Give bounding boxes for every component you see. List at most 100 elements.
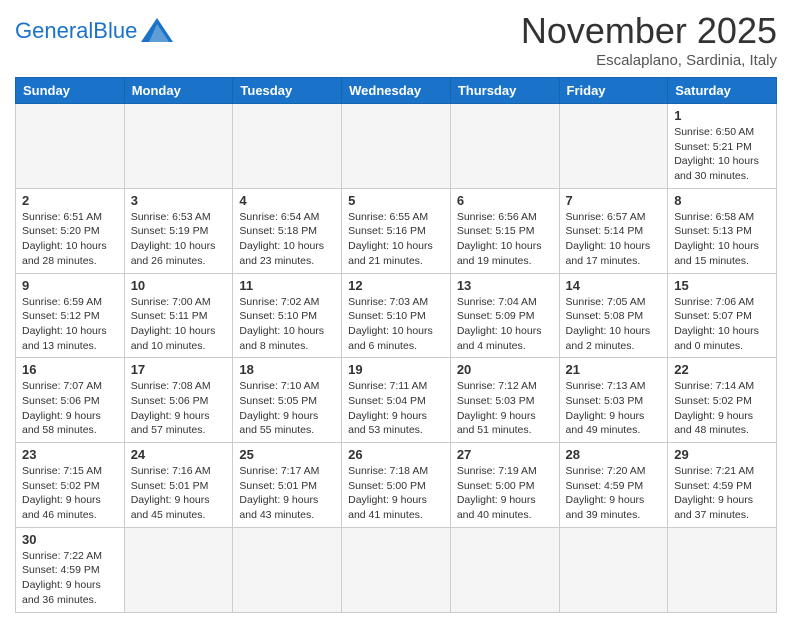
day-info: Sunrise: 6:57 AM Sunset: 5:14 PM Dayligh… xyxy=(566,210,662,269)
day-number: 21 xyxy=(566,362,662,377)
day-info: Sunrise: 7:14 AM Sunset: 5:02 PM Dayligh… xyxy=(674,379,770,438)
day-number: 2 xyxy=(22,193,118,208)
day-of-week-friday: Friday xyxy=(559,78,668,104)
day-number: 13 xyxy=(457,278,553,293)
calendar-cell: 27 Sunrise: 7:19 AM Sunset: 5:00 PM Dayli… xyxy=(450,443,559,528)
calendar-cell: 9Sunrise: 6:59 AM Sunset: 5:12 PM Daylig… xyxy=(16,273,125,358)
calendar-cell: 25Sunrise: 7:17 AM Sunset: 5:01 PM Dayli… xyxy=(233,443,342,528)
calendar-cell xyxy=(16,104,125,189)
logo-text: GeneralBlue xyxy=(15,20,137,42)
day-info: Sunrise: 6:50 AM Sunset: 5:21 PM Dayligh… xyxy=(674,125,770,184)
day-number: 8 xyxy=(674,193,770,208)
day-number: 26 xyxy=(348,447,444,462)
day-info: Sunrise: 7:08 AM Sunset: 5:06 PM Dayligh… xyxy=(131,379,227,438)
calendar-cell: 15 Sunrise: 7:06 AM Sunset: 5:07 PM Dayli… xyxy=(668,273,777,358)
week-row-1: 1 Sunrise: 6:50 AM Sunset: 5:21 PM Daylig… xyxy=(16,104,777,189)
day-number: 17 xyxy=(131,362,227,377)
calendar-cell: 6Sunrise: 6:56 AM Sunset: 5:15 PM Daylig… xyxy=(450,188,559,273)
day-of-week-tuesday: Tuesday xyxy=(233,78,342,104)
calendar-cell: 23Sunrise: 7:15 AM Sunset: 5:02 PM Dayli… xyxy=(16,443,125,528)
calendar-cell: 30 Sunrise: 7:22 AM Sunset: 4:59 PM Dayli… xyxy=(16,527,125,612)
day-info: Sunrise: 6:56 AM Sunset: 5:15 PM Dayligh… xyxy=(457,210,553,269)
day-number: 9 xyxy=(22,278,118,293)
day-info: Sunrise: 7:13 AM Sunset: 5:03 PM Dayligh… xyxy=(566,379,662,438)
day-number: 1 xyxy=(674,108,770,123)
day-number: 10 xyxy=(131,278,227,293)
month-title: November 2025 xyxy=(521,10,777,52)
calendar-cell: 21 Sunrise: 7:13 AM Sunset: 5:03 PM Dayli… xyxy=(559,358,668,443)
day-of-week-wednesday: Wednesday xyxy=(342,78,451,104)
day-info: Sunrise: 6:54 AM Sunset: 5:18 PM Dayligh… xyxy=(239,210,335,269)
day-of-week-thursday: Thursday xyxy=(450,78,559,104)
day-info: Sunrise: 6:58 AM Sunset: 5:13 PM Dayligh… xyxy=(674,210,770,269)
calendar-cell: 20 Sunrise: 7:12 AM Sunset: 5:03 PM Dayli… xyxy=(450,358,559,443)
day-number: 27 xyxy=(457,447,553,462)
calendar-cell: 13 Sunrise: 7:04 AM Sunset: 5:09 PM Dayli… xyxy=(450,273,559,358)
day-number: 7 xyxy=(566,193,662,208)
calendar-cell xyxy=(668,527,777,612)
calendar: SundayMondayTuesdayWednesdayThursdayFrid… xyxy=(15,77,777,613)
calendar-cell xyxy=(124,104,233,189)
day-info: Sunrise: 7:06 AM Sunset: 5:07 PM Dayligh… xyxy=(674,295,770,354)
calendar-cell: 10Sunrise: 7:00 AM Sunset: 5:11 PM Dayli… xyxy=(124,273,233,358)
day-number: 29 xyxy=(674,447,770,462)
week-row-3: 9Sunrise: 6:59 AM Sunset: 5:12 PM Daylig… xyxy=(16,273,777,358)
day-number: 14 xyxy=(566,278,662,293)
day-info: Sunrise: 7:07 AM Sunset: 5:06 PM Dayligh… xyxy=(22,379,118,438)
day-of-week-saturday: Saturday xyxy=(668,78,777,104)
calendar-cell: 14 Sunrise: 7:05 AM Sunset: 5:08 PM Dayli… xyxy=(559,273,668,358)
day-info: Sunrise: 7:04 AM Sunset: 5:09 PM Dayligh… xyxy=(457,295,553,354)
calendar-cell: 7 Sunrise: 6:57 AM Sunset: 5:14 PM Daylig… xyxy=(559,188,668,273)
calendar-cell: 5Sunrise: 6:55 AM Sunset: 5:16 PM Daylig… xyxy=(342,188,451,273)
week-row-6: 30 Sunrise: 7:22 AM Sunset: 4:59 PM Dayli… xyxy=(16,527,777,612)
calendar-cell: 4 Sunrise: 6:54 AM Sunset: 5:18 PM Daylig… xyxy=(233,188,342,273)
day-number: 30 xyxy=(22,532,118,547)
logo-general: General xyxy=(15,18,93,43)
calendar-cell: 1 Sunrise: 6:50 AM Sunset: 5:21 PM Daylig… xyxy=(668,104,777,189)
header: GeneralBlue November 2025 Escalaplano, S… xyxy=(15,10,777,69)
calendar-cell xyxy=(559,104,668,189)
calendar-cell: 26Sunrise: 7:18 AM Sunset: 5:00 PM Dayli… xyxy=(342,443,451,528)
calendar-cell xyxy=(233,527,342,612)
day-number: 15 xyxy=(674,278,770,293)
day-number: 23 xyxy=(22,447,118,462)
day-info: Sunrise: 7:19 AM Sunset: 5:00 PM Dayligh… xyxy=(457,464,553,523)
day-info: Sunrise: 7:16 AM Sunset: 5:01 PM Dayligh… xyxy=(131,464,227,523)
calendar-cell xyxy=(342,527,451,612)
day-info: Sunrise: 7:12 AM Sunset: 5:03 PM Dayligh… xyxy=(457,379,553,438)
day-number: 19 xyxy=(348,362,444,377)
day-info: Sunrise: 6:55 AM Sunset: 5:16 PM Dayligh… xyxy=(348,210,444,269)
day-info: Sunrise: 7:22 AM Sunset: 4:59 PM Dayligh… xyxy=(22,549,118,608)
day-info: Sunrise: 7:17 AM Sunset: 5:01 PM Dayligh… xyxy=(239,464,335,523)
page: GeneralBlue November 2025 Escalaplano, S… xyxy=(0,0,792,628)
day-number: 11 xyxy=(239,278,335,293)
calendar-cell xyxy=(233,104,342,189)
calendar-cell: 17 Sunrise: 7:08 AM Sunset: 5:06 PM Dayli… xyxy=(124,358,233,443)
week-row-4: 16Sunrise: 7:07 AM Sunset: 5:06 PM Dayli… xyxy=(16,358,777,443)
logo-icon xyxy=(139,16,175,44)
calendar-cell: 12 Sunrise: 7:03 AM Sunset: 5:10 PM Dayli… xyxy=(342,273,451,358)
day-info: Sunrise: 7:02 AM Sunset: 5:10 PM Dayligh… xyxy=(239,295,335,354)
day-info: Sunrise: 7:11 AM Sunset: 5:04 PM Dayligh… xyxy=(348,379,444,438)
day-info: Sunrise: 7:05 AM Sunset: 5:08 PM Dayligh… xyxy=(566,295,662,354)
calendar-cell: 3Sunrise: 6:53 AM Sunset: 5:19 PM Daylig… xyxy=(124,188,233,273)
day-info: Sunrise: 7:03 AM Sunset: 5:10 PM Dayligh… xyxy=(348,295,444,354)
calendar-cell: 24 Sunrise: 7:16 AM Sunset: 5:01 PM Dayli… xyxy=(124,443,233,528)
calendar-cell: 29Sunrise: 7:21 AM Sunset: 4:59 PM Dayli… xyxy=(668,443,777,528)
day-number: 20 xyxy=(457,362,553,377)
calendar-cell: 18Sunrise: 7:10 AM Sunset: 5:05 PM Dayli… xyxy=(233,358,342,443)
day-number: 4 xyxy=(239,193,335,208)
calendar-cell: 11 Sunrise: 7:02 AM Sunset: 5:10 PM Dayli… xyxy=(233,273,342,358)
week-row-5: 23Sunrise: 7:15 AM Sunset: 5:02 PM Dayli… xyxy=(16,443,777,528)
calendar-cell: 16Sunrise: 7:07 AM Sunset: 5:06 PM Dayli… xyxy=(16,358,125,443)
subtitle: Escalaplano, Sardinia, Italy xyxy=(521,52,777,69)
calendar-cell xyxy=(124,527,233,612)
logo: GeneralBlue xyxy=(15,18,175,44)
calendar-cell: 2Sunrise: 6:51 AM Sunset: 5:20 PM Daylig… xyxy=(16,188,125,273)
day-number: 24 xyxy=(131,447,227,462)
day-info: Sunrise: 7:20 AM Sunset: 4:59 PM Dayligh… xyxy=(566,464,662,523)
day-number: 28 xyxy=(566,447,662,462)
day-number: 12 xyxy=(348,278,444,293)
calendar-cell xyxy=(342,104,451,189)
day-of-week-monday: Monday xyxy=(124,78,233,104)
